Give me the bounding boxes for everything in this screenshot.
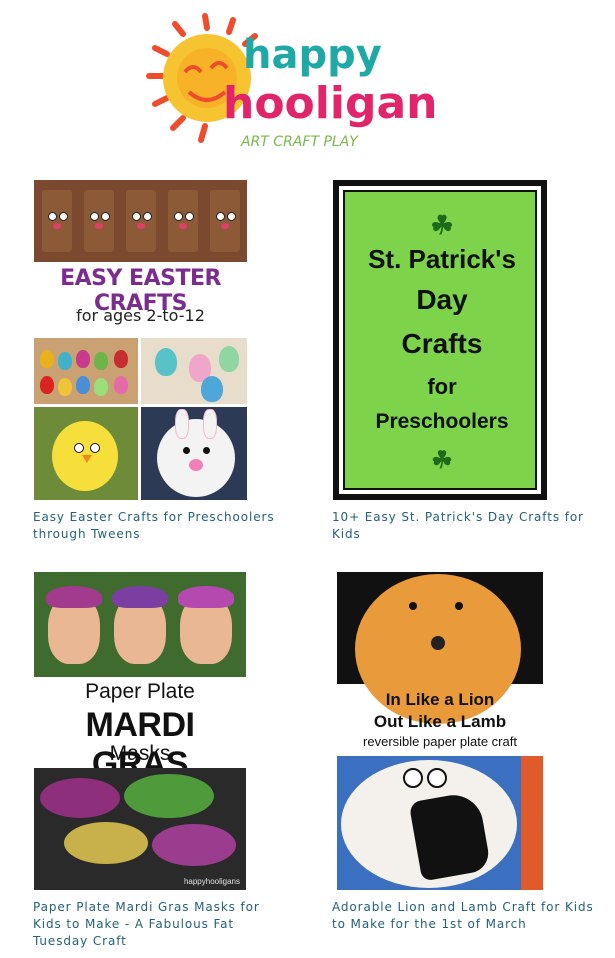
happy-hooligans-logo[interactable]: happy hooligans ART CRAFT PLAY (145, 10, 435, 158)
st-patricks-thumbnail[interactable]: ☘ St. Patrick's Day Crafts for Preschool… (333, 180, 547, 500)
post-link-st-patricks[interactable]: 10+ Easy St. Patrick's Day Crafts for Ki… (332, 509, 612, 543)
poster-line-3: Crafts (401, 328, 483, 359)
post-link-mardi-gras[interactable]: Paper Plate Mardi Gras Masks for Kids to… (33, 899, 293, 950)
logo-tagline: ART CRAFT PLAY (240, 134, 359, 150)
logo-word-hooligans: hooligans (223, 78, 435, 129)
chalk-eggs-photo (141, 338, 247, 404)
mardi-gras-title-line-1: Paper Plate (85, 680, 195, 703)
lamb-plate-photo (337, 756, 543, 890)
masks-pile-photo: happyhooligans (34, 768, 246, 890)
logo-graphic: happy hooligans ART CRAFT PLAY (146, 13, 435, 150)
post-link-lion-lamb[interactable]: Adorable Lion and Lamb Craft for Kids to… (332, 899, 607, 933)
image-watermark: happyhooligans (183, 877, 240, 886)
lion-lamb-thumbnail[interactable]: In Like a Lion Out Like a Lamb reversibl… (337, 572, 543, 890)
kids-with-masks-photo (34, 572, 246, 677)
lion-plate-photo (337, 572, 543, 724)
page: happy hooligans ART CRAFT PLAY EASY EAST… (0, 0, 615, 958)
egg-carton-photo (34, 338, 138, 404)
bunny-plate-photo (141, 407, 247, 500)
poster-line-4: for (427, 374, 457, 399)
poster-line-1: St. Patrick's (368, 244, 516, 274)
chick-craft-photo (34, 407, 138, 500)
green-poster: ☘ St. Patrick's Day Crafts for Preschool… (343, 190, 537, 490)
mardi-gras-thumbnail[interactable]: Paper Plate MARDI GRAS Masks happyhoolig… (34, 572, 246, 890)
mardi-gras-title-line-3: Masks (109, 742, 171, 765)
lion-lamb-title-line-2: Out Like a Lamb (373, 712, 507, 731)
lion-lamb-title-line-1: In Like a Lion (385, 690, 495, 709)
post-link-easter[interactable]: Easy Easter Crafts for Preschoolers thro… (33, 509, 313, 543)
poster-line-2: Day (416, 284, 468, 315)
easter-crafts-thumbnail[interactable]: EASY EASTER CRAFTS for ages 2-to-12 (34, 180, 247, 500)
easter-image-subtitle: for ages 2-to-12 (76, 306, 205, 325)
shamrock-icon: ☘ (430, 210, 454, 240)
shamrock-icon: ☘ (431, 447, 453, 474)
bunny-bags-photo (34, 180, 247, 262)
lion-lamb-title-line-3: reversible paper plate craft (363, 734, 517, 749)
poster-line-5: Preschoolers (375, 410, 509, 433)
logo-word-happy: happy (243, 32, 382, 78)
